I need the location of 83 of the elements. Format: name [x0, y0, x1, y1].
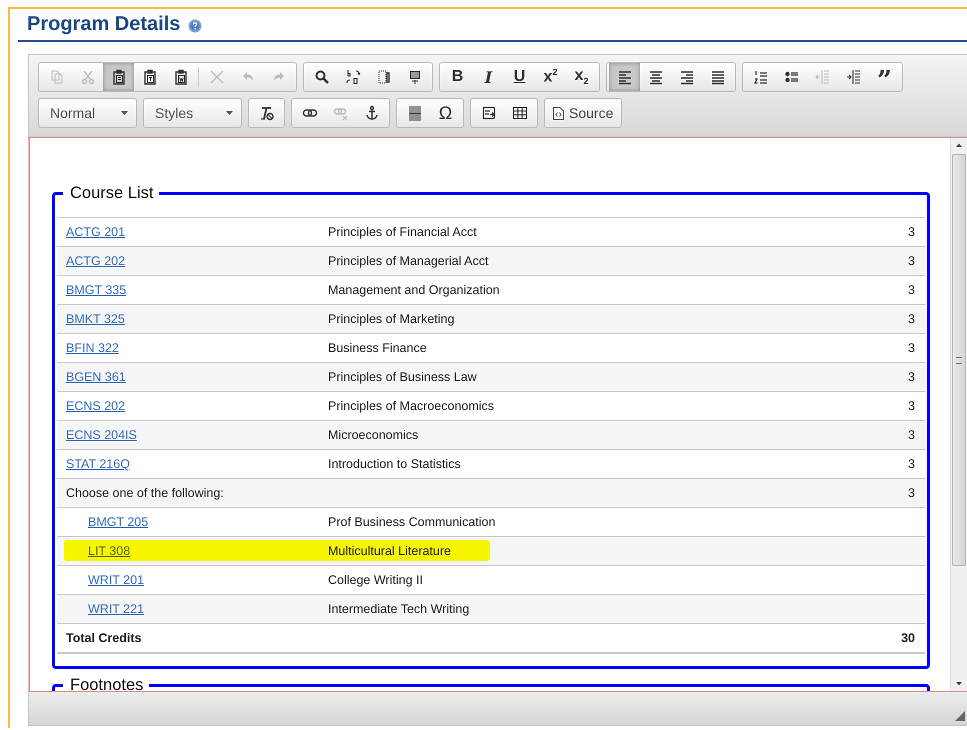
credit-value: 3 — [908, 254, 915, 268]
indent-icon — [846, 69, 862, 85]
course-title: Microeconomics — [328, 428, 420, 442]
document-icon — [553, 106, 564, 120]
caret-icon — [121, 111, 128, 115]
course-title: Multicultural Literature — [328, 544, 452, 558]
course-link[interactable]: ECNS 204IS — [66, 428, 137, 442]
course-link[interactable]: WRIT 221 — [88, 602, 144, 616]
credit-value: 3 — [908, 428, 915, 442]
bulleted-list-icon — [784, 69, 800, 85]
caret-icon — [226, 111, 233, 115]
source-button[interactable]: Source — [547, 99, 620, 127]
credit-value: 3 — [908, 370, 915, 384]
credit-value: 3 — [908, 312, 915, 326]
course-link[interactable]: BMGT 205 — [88, 515, 148, 529]
replace-icon — [344, 69, 360, 85]
course-link[interactable]: ACTG 201 — [66, 225, 126, 239]
total-label: Total Credits — [66, 631, 142, 645]
italic-button[interactable]: I — [473, 63, 504, 91]
course-title: Prof Business Communication — [328, 515, 496, 529]
align-right-icon — [678, 69, 694, 85]
scroll-thumb[interactable] — [952, 154, 966, 566]
subscript-button[interactable]: x$_{2}$ — [566, 63, 597, 91]
credit-value: 3 — [908, 341, 915, 355]
course-link[interactable]: ACTG 202 — [66, 254, 126, 268]
remove-format-icon — [258, 105, 274, 121]
anchor-icon — [364, 105, 380, 121]
scrollbar[interactable] — [950, 138, 967, 691]
course-link[interactable]: STAT 216Q — [66, 457, 130, 471]
course-title: Principles of Managerial Acct — [328, 254, 490, 268]
course-link[interactable]: BGEN 361 — [66, 370, 126, 384]
format-dropdown[interactable]: Normal — [38, 98, 137, 128]
align-left-icon — [616, 69, 632, 85]
panel-legend: Course List — [63, 184, 160, 203]
course-title: Intermediate Tech Writing — [328, 602, 470, 616]
credit-value: 3 — [908, 399, 915, 413]
align-center-icon — [648, 69, 664, 85]
toolbar-button[interactable] — [103, 63, 134, 91]
help-icon[interactable] — [188, 19, 202, 33]
course-title: Business Finance — [328, 341, 428, 355]
justify-icon — [710, 69, 726, 85]
table-icon — [512, 105, 528, 121]
horizontal-rule-icon — [406, 105, 422, 121]
paste-word-icon — [172, 69, 188, 85]
paste-icon — [110, 69, 126, 85]
blockquote-button[interactable]: ” — [869, 63, 900, 91]
frame-icon — [480, 105, 496, 121]
toolbar-button[interactable] — [609, 63, 640, 91]
course-title: Management and Organization — [328, 283, 501, 297]
credit-value: 3 — [908, 486, 915, 500]
search-icon — [314, 69, 330, 85]
special-character-button[interactable]: Ω — [430, 99, 461, 127]
scissors-icon — [80, 69, 96, 85]
credit-value: 3 — [908, 225, 915, 239]
course-link[interactable]: BMGT 335 — [66, 283, 126, 297]
credit-value: 3 — [908, 283, 915, 297]
credit-value: 3 — [908, 457, 915, 471]
course-link[interactable]: BFIN 322 — [66, 341, 119, 355]
course-title: Introduction to Statistics — [328, 457, 462, 471]
superscript-button[interactable]: x$^{2}$ — [535, 63, 566, 91]
course-link[interactable]: WRIT 201 — [88, 573, 144, 587]
choice-heading: Choose one of the following: — [66, 486, 225, 500]
course-link[interactable]: BMKT 325 — [66, 312, 125, 326]
bold-button[interactable]: B — [442, 63, 473, 91]
underline-button[interactable]: U — [504, 63, 535, 91]
course-title: Principles of Business Law — [328, 370, 478, 384]
course-title: College Writing II — [328, 573, 424, 587]
select-all-icon — [376, 69, 392, 85]
numbered-list-icon — [752, 69, 768, 85]
copy-icon — [48, 69, 64, 85]
panel-legend: Footnotes — [63, 677, 150, 691]
format-dropdown[interactable]: Styles — [143, 98, 242, 128]
course-link[interactable]: LIT 308 — [88, 544, 130, 558]
course-title: Principles of Macroeconomics — [328, 399, 496, 413]
paste-text-icon — [142, 69, 158, 85]
course-title: Principles of Marketing — [328, 312, 456, 326]
page-title: Program Details — [27, 13, 180, 36]
cross-icon — [208, 69, 224, 85]
course-link[interactable]: ECNS 202 — [66, 399, 126, 413]
total-credits: 30 — [901, 631, 915, 645]
outdent-icon — [814, 69, 830, 85]
course-title: Principles of Financial Acct — [328, 225, 478, 239]
resize-handle-icon[interactable] — [955, 711, 965, 721]
